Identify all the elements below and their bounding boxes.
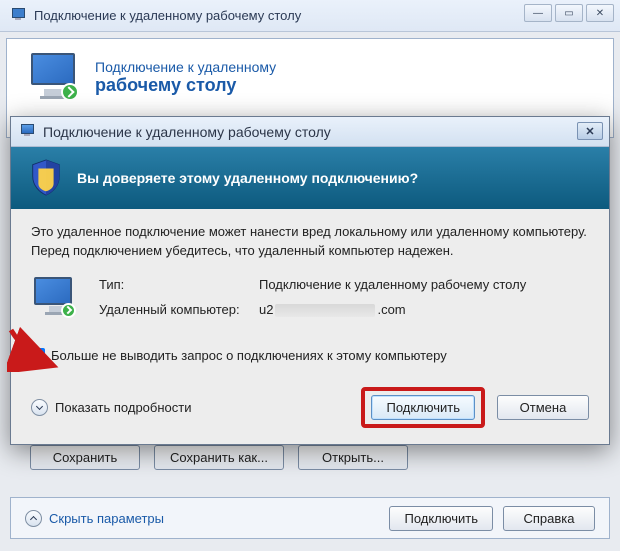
dialog-body: Это удаленное подключение может нанести … (11, 209, 609, 444)
hide-options-expander[interactable]: Скрыть параметры (25, 510, 164, 527)
close-button[interactable]: ✕ (586, 4, 614, 22)
bg-title: Подключение к удаленному рабочему столу (34, 8, 301, 23)
host-value: u2 .com (259, 302, 406, 317)
dont-ask-label[interactable]: Больше не выводить запрос о подключениях… (51, 348, 447, 363)
trust-dialog: Подключение к удаленному рабочему столу … (10, 116, 610, 445)
dialog-ribbon: Вы доверяете этому удаленному подключени… (11, 147, 609, 209)
dont-ask-checkbox[interactable] (31, 348, 45, 362)
bg-help-button[interactable]: Справка (503, 506, 595, 531)
bg-titlebar: Подключение к удаленному рабочему столу … (0, 0, 620, 32)
type-label: Тип: (99, 277, 259, 292)
chevron-up-icon (25, 510, 42, 527)
dialog-close-button[interactable]: ✕ (577, 122, 603, 140)
show-details-label: Показать подробности (55, 400, 191, 415)
chevron-down-icon (31, 399, 48, 416)
bg-settings-buttons: Сохранить Сохранить как... Открыть... (30, 445, 408, 470)
bg-save-button[interactable]: Сохранить (30, 445, 140, 470)
show-details-expander[interactable]: Показать подробности (31, 399, 191, 416)
dialog-footer: Показать подробности Подключить Отмена (31, 387, 589, 428)
connection-info: Тип: Подключение к удаленному рабочему с… (31, 277, 589, 330)
cancel-button[interactable]: Отмена (497, 395, 589, 420)
rdc-icon (31, 277, 81, 330)
rdc-icon (10, 8, 26, 24)
bg-footer: Скрыть параметры Подключить Справка (10, 497, 610, 539)
window-controls: — ▭ ✕ (524, 4, 614, 22)
bg-save-as-button[interactable]: Сохранить как... (154, 445, 284, 470)
connected-badge-icon (61, 303, 76, 318)
connected-badge-icon (61, 83, 79, 101)
bg-header-line2: рабочему столу (95, 75, 276, 96)
host-suffix: .com (377, 302, 405, 317)
rdc-icon (19, 124, 35, 140)
annotation-highlight: Подключить (361, 387, 485, 428)
dialog-titlebar: Подключение к удаленному рабочему столу … (11, 117, 609, 147)
bg-header-text: Подключение к удаленному рабочему столу (95, 59, 276, 96)
host-label: Удаленный компьютер: (99, 302, 259, 317)
host-redacted (275, 304, 375, 317)
rdc-logo-icon (25, 53, 81, 101)
connect-button[interactable]: Подключить (371, 395, 475, 420)
bg-connect-button[interactable]: Подключить (389, 506, 493, 531)
hide-options-label: Скрыть параметры (49, 511, 164, 526)
shield-icon (29, 159, 63, 197)
bg-open-button[interactable]: Открыть... (298, 445, 408, 470)
maximize-button[interactable]: ▭ (555, 4, 583, 22)
minimize-button[interactable]: — (524, 4, 552, 22)
type-value: Подключение к удаленному рабочему столу (259, 277, 526, 292)
host-prefix: u2 (259, 302, 273, 317)
ribbon-text: Вы доверяете этому удаленному подключени… (77, 170, 418, 186)
warning-text: Это удаленное подключение может нанести … (31, 223, 589, 261)
bg-header-line1: Подключение к удаленному (95, 59, 276, 75)
dialog-title: Подключение к удаленному рабочему столу (43, 124, 331, 140)
dont-ask-row: Больше не выводить запрос о подключениях… (31, 348, 589, 363)
